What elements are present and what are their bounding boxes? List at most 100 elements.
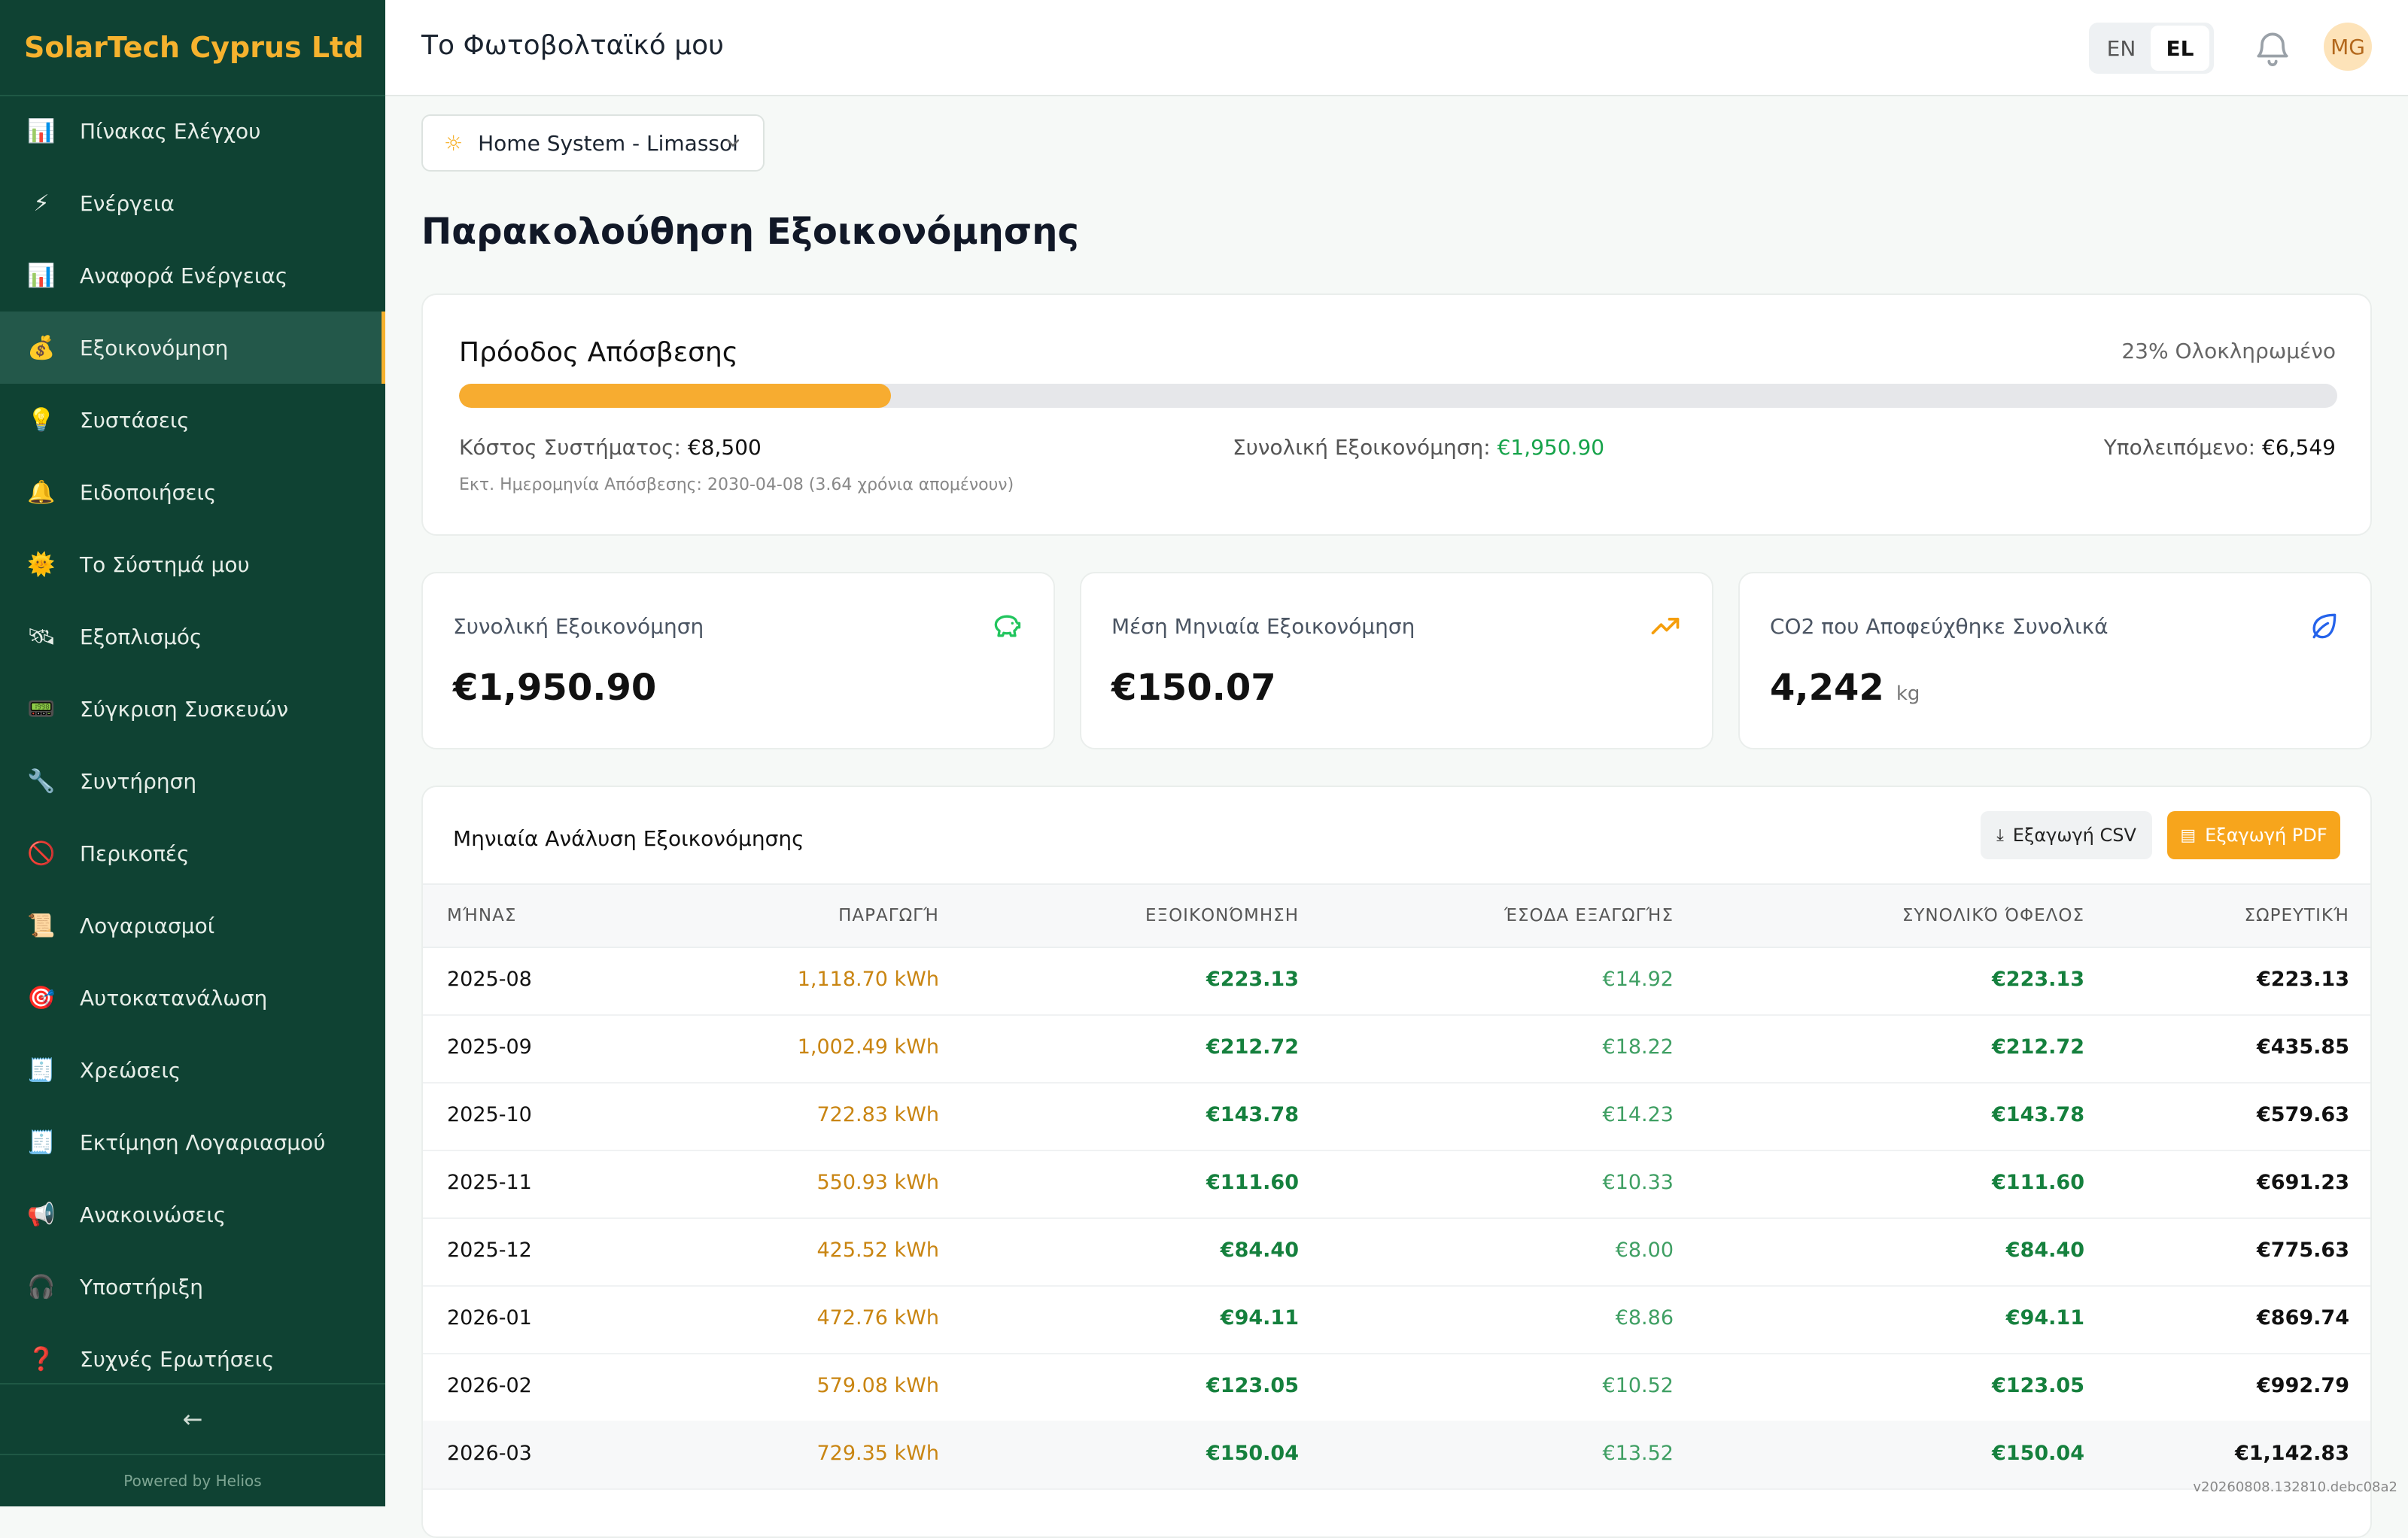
brand-logo[interactable]: SolarTech Cyprus Ltd (0, 0, 385, 96)
cell-export-income: €14.23 (1602, 1103, 1674, 1126)
cell-month: 2026-02 (447, 1374, 532, 1397)
cell-total-benefit: €143.78 (1992, 1103, 2084, 1126)
cell-savings: €143.78 (1206, 1103, 1299, 1126)
col-cumulative[interactable]: ΣΩΡΕΥΤΙΚΉ (2244, 906, 2349, 926)
cell-production: 722.83 kWh (816, 1103, 939, 1126)
sidebar-item-label: Ανακοινώσεις (80, 1202, 227, 1227)
table-row[interactable]: 2025-09 1,002.49 kWh €212.72 €18.22 €212.72 €… (423, 1014, 2370, 1084)
sun-icon: ☼ (444, 130, 464, 156)
user-avatar[interactable]: MG (2324, 23, 2372, 71)
notifications-bell-icon[interactable] (2251, 27, 2294, 69)
cell-month: 2025-09 (447, 1035, 532, 1059)
col-production[interactable]: ΠΑΡΑΓΩΓΉ (838, 906, 939, 926)
powered-by-text: Powered by Helios (123, 1472, 262, 1490)
payback-progress-fill (459, 384, 892, 408)
sidebar-item[interactable]: 📟 Σύγκριση Συσκευών (0, 673, 385, 745)
table-row[interactable]: 2026-02 579.08 kWh €123.05 €10.52 €123.05 €99… (423, 1353, 2370, 1422)
page-title: Παρακολούθηση Εξοικονόμησης (421, 211, 1079, 253)
cell-total-benefit: €150.04 (1992, 1442, 2084, 1465)
col-savings[interactable]: ΕΞΟΙΚΟΝΌΜΗΣΗ (1145, 906, 1299, 926)
cell-production: 550.93 kWh (816, 1171, 939, 1194)
export-csv-button[interactable]: ⤓ Εξαγωγή CSV (1981, 811, 2152, 859)
system-selector-value: Home System - Limassol (478, 130, 738, 156)
cell-total-benefit: €123.05 (1992, 1374, 2084, 1397)
cell-month: 2026-03 (447, 1442, 532, 1465)
sidebar-item[interactable]: 📊 Πίνακας Ελέγχου (0, 95, 385, 167)
sidebar-item-label: Χρεώσεις (80, 1057, 181, 1083)
cell-month: 2025-08 (447, 968, 532, 991)
sidebar-item[interactable]: 📢 Ανακοινώσεις (0, 1178, 385, 1251)
sidebar-item[interactable]: ⚡ Ενέργεια (0, 167, 385, 239)
cell-cumulative: €869.74 (2257, 1306, 2349, 1330)
nav-icon: 📊 (27, 117, 56, 144)
sidebar-item-label: Περικοπές (80, 840, 190, 866)
table-row[interactable]: 2025-08 1,118.70 kWh €223.13 €14.92 €223.13 €… (423, 947, 2370, 1016)
table-row[interactable]: 2025-10 722.83 kWh €143.78 €14.23 €143.78 €57… (423, 1082, 2370, 1151)
cell-production: 579.08 kWh (816, 1374, 939, 1397)
brand-name: SolarTech Cyprus Ltd (24, 31, 364, 64)
table-row[interactable]: 2026-01 472.76 kWh €94.11 €8.86 €94.11 €869.7… (423, 1285, 2370, 1354)
stat-value: 4,242 kg (1770, 667, 1920, 709)
sidebar-item-label: Εκτίμηση Λογαριασμού (80, 1129, 326, 1155)
sidebar-item[interactable]: ❓ Συχνές Ερωτήσεις (0, 1323, 385, 1381)
table-title: Μηνιαία Ανάλυση Εξοικονόμησης (453, 826, 804, 851)
sidebar-item-label: Εξοπλισμός (80, 624, 202, 649)
table-row[interactable]: 2025-12 425.52 kWh €84.40 €8.00 €84.40 €775.6… (423, 1217, 2370, 1287)
nav-icon: 📊 (27, 262, 56, 289)
sidebar-item[interactable]: 🔔 Ειδοποιήσεις (0, 456, 385, 528)
cell-export-income: €13.52 (1602, 1442, 1674, 1465)
cell-month: 2025-10 (447, 1103, 532, 1126)
nav-icon: ⚡ (33, 190, 50, 217)
cell-savings: €123.05 (1206, 1374, 1299, 1397)
table-row[interactable]: 2026-03 729.35 kWh €150.04 €13.52 €150.04 €1,… (423, 1421, 2370, 1490)
cell-export-income: €8.00 (1615, 1239, 1674, 1262)
sidebar-item[interactable]: 💰 Εξοικονόμηση (0, 312, 385, 384)
cell-cumulative: €1,142.83 (2234, 1442, 2349, 1465)
table-row[interactable]: 2025-11 550.93 kWh €111.60 €10.33 €111.60 €69… (423, 1150, 2370, 1219)
sidebar-item[interactable]: 📊 Αναφορά Ενέργειας (0, 239, 385, 312)
nav-icon: ❓ (27, 1345, 56, 1372)
sidebar-item[interactable]: 🎯 Αυτοκατανάλωση (0, 962, 385, 1034)
chevron-down-icon (726, 139, 740, 147)
sidebar-item-label: Σύγκριση Συσκευών (80, 696, 289, 722)
sidebar-item[interactable]: 🚫 Περικοπές (0, 817, 385, 889)
sidebar-footer: ← Powered by Helios (0, 1383, 385, 1506)
cell-export-income: €8.86 (1615, 1306, 1674, 1330)
nav-icon: 🧾 (27, 1129, 56, 1156)
lang-el-button[interactable]: EL (2151, 26, 2209, 71)
cell-total-benefit: €223.13 (1992, 968, 2084, 991)
cell-savings: €94.11 (1220, 1306, 1299, 1330)
cell-month: 2025-11 (447, 1171, 532, 1194)
sidebar-item[interactable]: 🧾 Εκτίμηση Λογαριασμού (0, 1106, 385, 1178)
export-pdf-button[interactable]: ▤ Εξαγωγή PDF (2167, 811, 2340, 859)
cell-total-benefit: €94.11 (2005, 1306, 2084, 1330)
col-export-income[interactable]: ΈΣΟΔΑ ΕΞΑΓΩΓΉΣ (1504, 906, 1674, 926)
app: SolarTech Cyprus Ltd 📊 Πίνακας Ελέγχου ⚡ Εν… (0, 0, 2408, 1538)
arrow-left-icon: ← (182, 1405, 203, 1433)
col-total-benefit[interactable]: ΣΥΝΟΛΙΚΌ ΌΦΕΛΟΣ (1902, 906, 2084, 926)
cell-total-benefit: €111.60 (1992, 1171, 2084, 1194)
cell-savings: €84.40 (1220, 1239, 1299, 1262)
cell-export-income: €10.52 (1602, 1374, 1674, 1397)
sidebar-nav: 📊 Πίνακας Ελέγχου ⚡ Ενέργεια 📊 Αναφορά Ενέργε… (0, 95, 385, 1381)
system-cost: Κόστος Συστήματος: €8,500 (459, 435, 762, 460)
collapse-sidebar-button[interactable]: ← (0, 1385, 385, 1455)
sidebar-item[interactable]: 📜 Λογαριασμοί (0, 889, 385, 962)
table-header: ΜΉΝΑΣ ΠΑΡΑΓΩΓΉ ΕΞΟΙΚΟΝΌΜΗΣΗ ΈΣΟΔΑ ΕΞΑΓΩΓ… (423, 883, 2370, 948)
sidebar-item[interactable]: 🔧 Συντήρηση (0, 745, 385, 817)
sidebar-item[interactable]: 🌞 Το Σύστημά μου (0, 528, 385, 600)
system-selector-dropdown[interactable]: ☼ Home System - Limassol (421, 114, 765, 172)
nav-icon: 🚫 (27, 840, 56, 867)
cell-savings: €111.60 (1206, 1171, 1299, 1194)
sidebar-item[interactable]: 🧾 Χρεώσεις (0, 1034, 385, 1106)
sidebar-item[interactable]: 💡 Συστάσεις (0, 384, 385, 456)
trending-up-icon (1651, 618, 1680, 634)
lang-en-button[interactable]: EN (2092, 26, 2151, 71)
nav-icon: 📜 (27, 912, 56, 939)
col-month[interactable]: ΜΉΝΑΣ (447, 906, 516, 926)
cell-production: 1,118.70 kWh (797, 968, 939, 991)
sidebar-item[interactable]: 🛰 Εξοπλισμός (0, 600, 385, 673)
sidebar-item[interactable]: 🎧 Υποστήριξη (0, 1251, 385, 1323)
nav-icon: 🧾 (27, 1056, 56, 1084)
download-icon: ⤓ (1996, 825, 2004, 845)
